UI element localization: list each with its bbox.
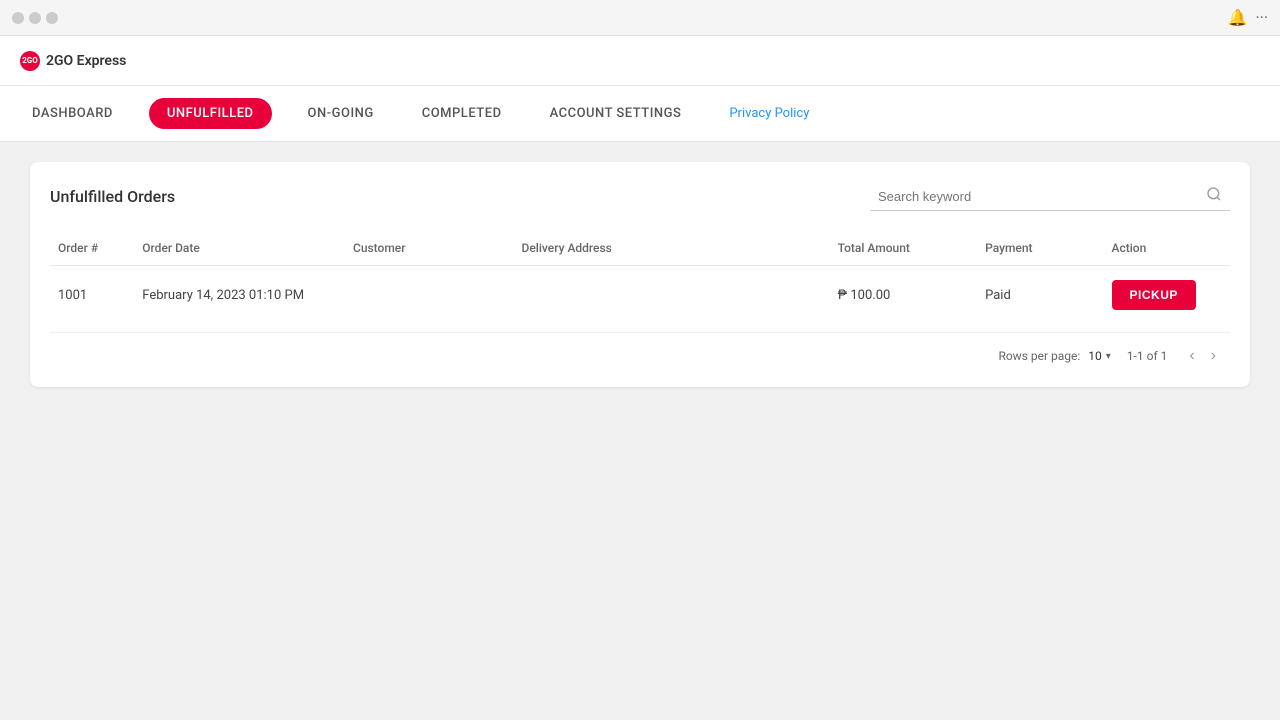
table-footer: Rows per page: 10 ▾ 1-1 of 1 ‹ › [50,332,1230,367]
cell-address [514,266,830,325]
pickup-button[interactable]: PICKUP [1112,280,1196,310]
table-header: Order # Order Date Customer Delivery Add… [50,231,1230,266]
logo-icon: 2GO [20,51,40,71]
card-header: Unfulfilled Orders [50,182,1230,211]
rows-select-arrow-icon: ▾ [1106,351,1111,362]
table-row: 1001 February 14, 2023 01:10 PM ₱ 100.00… [50,266,1230,325]
browser-dots [12,12,58,24]
cell-amount: ₱ 100.00 [830,266,978,325]
rows-per-page-label: Rows per page: [998,349,1080,363]
main-content: Unfulfilled Orders Order # Order Date Cu… [0,142,1280,720]
col-header-address: Delivery Address [514,231,830,266]
cell-payment: Paid [977,266,1103,325]
next-page-button[interactable]: › [1205,345,1222,367]
app-name: 2GO Express [46,53,126,69]
browser-dot-2 [29,12,41,24]
orders-card: Unfulfilled Orders Order # Order Date Cu… [30,162,1250,387]
col-header-customer: Customer [345,231,514,266]
search-container [870,182,1230,211]
nav-item-account-settings[interactable]: ACCOUNT SETTINGS [538,100,694,127]
cell-order: 1001 [50,266,134,325]
nav-item-unfulfilled[interactable]: UNFULFILLED [149,98,272,129]
rows-per-page-select[interactable]: 10 ▾ [1088,349,1111,363]
app-logo: 2GO 2GO Express [20,51,126,71]
browser-bar: 🔔 ··· [0,0,1280,36]
cell-action: PICKUP [1104,266,1230,325]
browser-dot-1 [12,12,24,24]
pagination-info: 1-1 of 1 [1127,349,1168,363]
nav-item-privacy-policy[interactable]: Privacy Policy [717,100,821,127]
table-header-row: Order # Order Date Customer Delivery Add… [50,231,1230,266]
nav-item-completed[interactable]: COMPLETED [410,100,514,127]
search-icon [1206,186,1222,206]
notification-icon[interactable]: 🔔 [1228,8,1248,27]
col-header-date: Order Date [134,231,345,266]
cell-customer [345,266,514,325]
col-header-order: Order # [50,231,134,266]
col-header-payment: Payment [977,231,1103,266]
prev-page-button[interactable]: ‹ [1183,345,1200,367]
cell-date: February 14, 2023 01:10 PM [134,266,345,325]
orders-table: Order # Order Date Customer Delivery Add… [50,231,1230,324]
browser-dot-3 [46,12,58,24]
rows-per-page-value: 10 [1088,349,1102,363]
search-input[interactable] [878,189,1198,204]
page-title: Unfulfilled Orders [50,187,175,206]
browser-actions: 🔔 ··· [1228,8,1268,27]
navigation: DASHBOARD UNFULFILLED ON-GOING COMPLETED… [0,86,1280,142]
nav-item-dashboard[interactable]: DASHBOARD [20,100,125,127]
nav-item-ongoing[interactable]: ON-GOING [296,100,386,127]
app-header: 2GO 2GO Express [0,36,1280,86]
pagination-nav: ‹ › [1183,345,1222,367]
col-header-amount: Total Amount [830,231,978,266]
browser-controls [12,12,58,24]
more-options-icon[interactable]: ··· [1255,8,1268,27]
logo-initials: 2GO [22,56,38,65]
table-body: 1001 February 14, 2023 01:10 PM ₱ 100.00… [50,266,1230,325]
col-header-action: Action [1104,231,1230,266]
rows-per-page: Rows per page: 10 ▾ [998,349,1110,363]
